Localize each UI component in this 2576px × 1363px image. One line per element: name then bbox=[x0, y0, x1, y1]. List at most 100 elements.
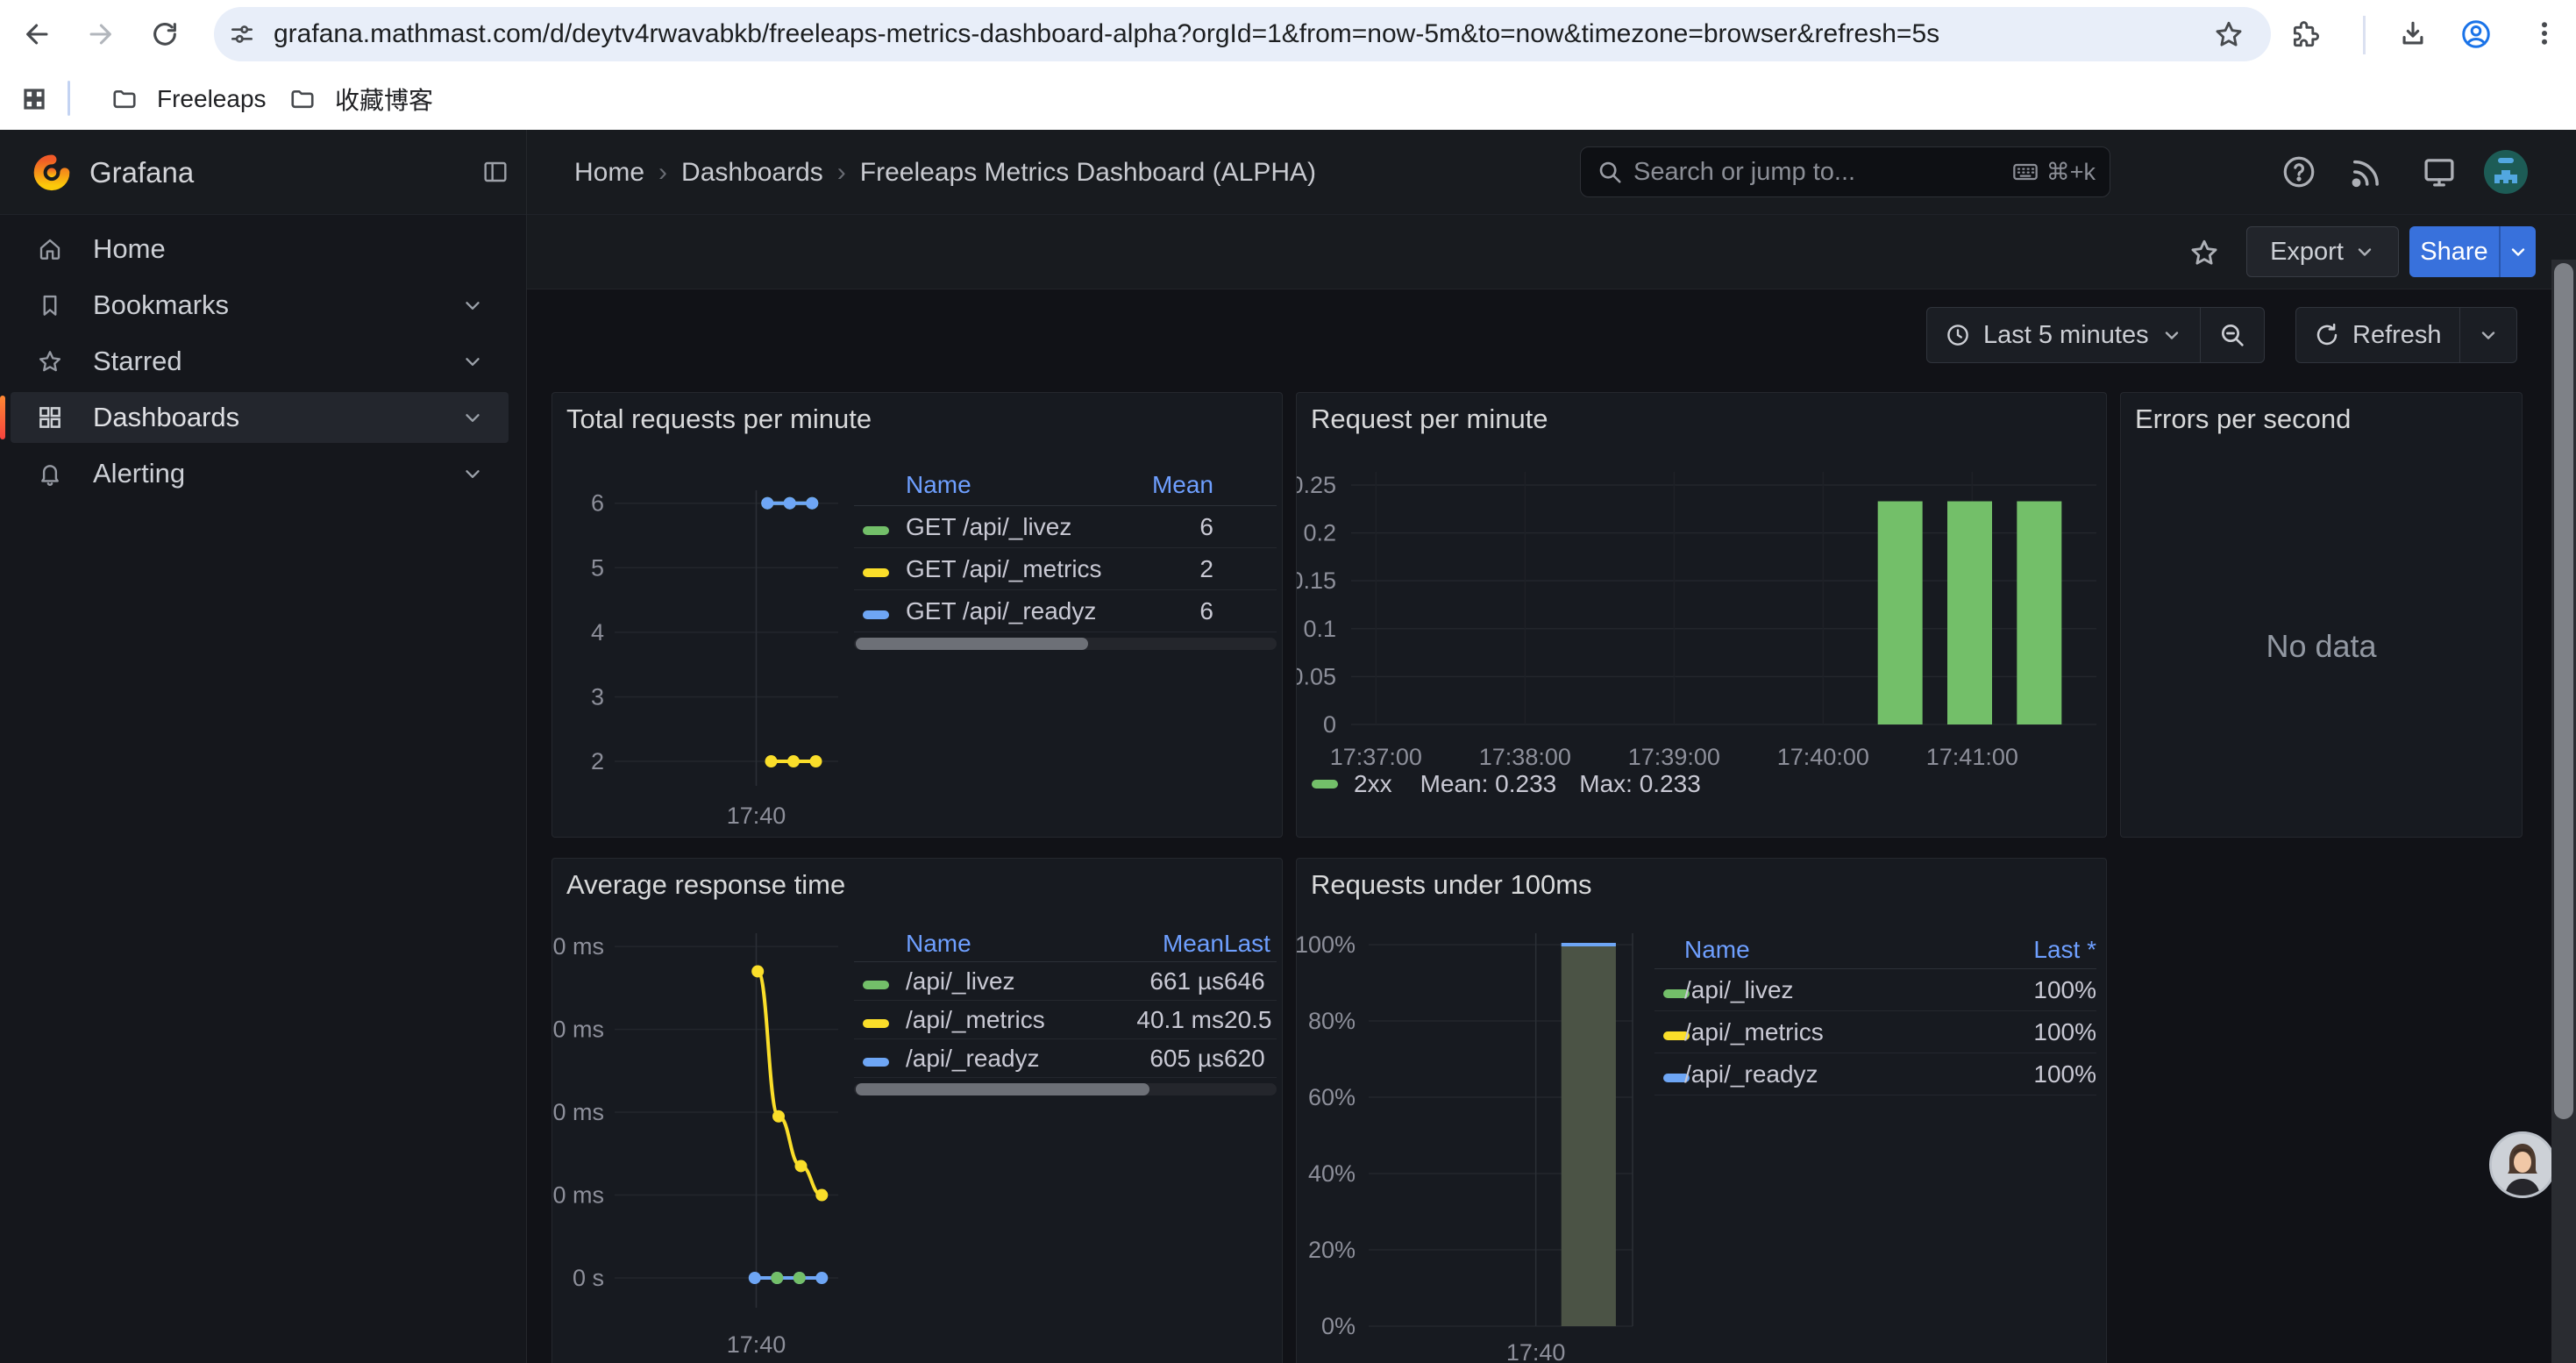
user-avatar[interactable] bbox=[2484, 150, 2528, 194]
bookmark-folder-blogs[interactable]: 收藏博客 bbox=[289, 68, 433, 130]
legend-column-header[interactable]: Name bbox=[1684, 936, 1991, 964]
grafana-logo[interactable] bbox=[30, 147, 74, 196]
svg-text:0: 0 bbox=[1323, 711, 1336, 738]
member-avatar[interactable] bbox=[2489, 1131, 2556, 1198]
breadcrumb-current[interactable]: Freeleaps Metrics Dashboard (ALPHA) bbox=[860, 158, 1316, 188]
panel-total-requests-per-minute[interactable]: 6543217:40 Total requests per minute Nam… bbox=[551, 392, 1283, 838]
breadcrumb-home[interactable]: Home bbox=[574, 158, 644, 188]
product-name: Grafana bbox=[89, 130, 194, 215]
folder-icon bbox=[111, 86, 138, 112]
news-rss-icon[interactable] bbox=[2347, 153, 2384, 190]
grafana-app: Grafana Home › Dashboards › Freeleaps Me… bbox=[0, 130, 2576, 1363]
bookmark-label: 收藏博客 bbox=[335, 82, 433, 117]
apps-grid-icon[interactable] bbox=[21, 86, 47, 112]
svg-text:4: 4 bbox=[591, 619, 604, 646]
legend-column-header[interactable]: Name bbox=[906, 930, 1110, 958]
svg-text:17:40:00: 17:40:00 bbox=[1777, 744, 1869, 770]
legend-name[interactable]: /api/_readyz bbox=[1684, 1060, 1991, 1088]
refresh-interval-button[interactable] bbox=[2459, 308, 2516, 362]
page-scrollbar[interactable] bbox=[2551, 260, 2576, 1363]
url-text[interactable]: grafana.mathmast.com/d/deytv4rwavabkb/fr… bbox=[274, 7, 2202, 61]
scrollbar-thumb[interactable] bbox=[2554, 263, 2573, 1119]
site-settings-icon[interactable] bbox=[228, 20, 256, 48]
share-label[interactable]: Share bbox=[2409, 226, 2499, 277]
panel-title[interactable]: Average response time bbox=[566, 869, 845, 901]
panel-average-response-time[interactable]: 80 ms60 ms40 ms20 ms0 s17:40 Average res… bbox=[551, 858, 1283, 1363]
zoom-out-button[interactable] bbox=[2200, 308, 2264, 362]
panel-errors-per-second[interactable]: Errors per second No data bbox=[2120, 392, 2523, 838]
svg-text:17:40: 17:40 bbox=[727, 803, 786, 829]
legend-row: GET /api/_metrics2 bbox=[854, 548, 1277, 590]
breadcrumb-dashboards[interactable]: Dashboards bbox=[681, 158, 823, 188]
legend-hscrollbar[interactable] bbox=[854, 638, 1277, 650]
panel-title[interactable]: Request per minute bbox=[1311, 403, 1548, 435]
svg-text:40 ms: 40 ms bbox=[552, 1099, 604, 1125]
address-bar[interactable]: grafana.mathmast.com/d/deytv4rwavabkb/fr… bbox=[214, 7, 2271, 61]
panel-request-per-minute[interactable]: 0.250.20.150.10.05017:37:0017:38:0017:39… bbox=[1296, 392, 2107, 838]
bookmark-folder-freeleaps[interactable]: Freeleaps bbox=[111, 68, 267, 130]
sidebar-label: Bookmarks bbox=[93, 289, 229, 321]
legend-name[interactable]: /api/_livez bbox=[1684, 976, 1991, 1004]
chevron-down-icon[interactable] bbox=[461, 350, 484, 373]
favorite-star-icon[interactable] bbox=[2188, 237, 2220, 268]
sidebar-item-starred[interactable]: Starred bbox=[11, 336, 509, 387]
toolbar-divider bbox=[2363, 16, 2366, 54]
legend-series-name[interactable]: 2xx bbox=[1354, 770, 1392, 798]
sidebar-item-bookmarks[interactable]: Bookmarks bbox=[11, 280, 509, 331]
legend-column-header[interactable]: Last * bbox=[1991, 936, 2096, 964]
legend-hscrollbar-thumb[interactable] bbox=[856, 1083, 1149, 1095]
reload-icon[interactable] bbox=[150, 19, 180, 49]
forward-icon[interactable] bbox=[85, 19, 115, 49]
legend-name[interactable]: /api/_metrics bbox=[1684, 1018, 1991, 1046]
svg-text:17:40: 17:40 bbox=[1506, 1339, 1566, 1363]
legend-name[interactable]: /api/_livez bbox=[906, 967, 1110, 995]
share-menu-button[interactable] bbox=[2499, 226, 2536, 277]
svg-text:17:38:00: 17:38:00 bbox=[1479, 744, 1571, 770]
panel-title[interactable]: Total requests per minute bbox=[566, 403, 872, 435]
display-icon[interactable] bbox=[2421, 153, 2458, 190]
back-icon[interactable] bbox=[23, 19, 53, 49]
panel-title[interactable]: Errors per second bbox=[2135, 403, 2351, 435]
legend-hscrollbar-thumb[interactable] bbox=[856, 638, 1088, 650]
extensions-icon[interactable] bbox=[2290, 19, 2320, 49]
chevron-down-icon[interactable] bbox=[461, 462, 484, 485]
search-input[interactable]: Search or jump to... ⌘+k bbox=[1580, 146, 2110, 197]
legend-column-header[interactable]: Mean bbox=[1135, 471, 1213, 499]
sidebar-item-alerting[interactable]: Alerting bbox=[11, 448, 509, 499]
folder-icon bbox=[289, 86, 316, 112]
legend-column-header[interactable]: Name bbox=[906, 471, 1135, 499]
panel-requests-under-100ms[interactable]: 100%80%60%40%20%0%17:40 Requests under 1… bbox=[1296, 858, 2107, 1363]
legend-name[interactable]: /api/_metrics bbox=[906, 1006, 1110, 1034]
help-icon[interactable] bbox=[2281, 153, 2317, 190]
legend-column-header[interactable]: Mean bbox=[1110, 930, 1224, 958]
legend-column-header[interactable]: Last * bbox=[1224, 930, 1277, 958]
breadcrumb-separator: › bbox=[658, 158, 667, 188]
legend-name[interactable]: GET /api/_livez bbox=[906, 513, 1135, 541]
sidebar-toggle-icon[interactable] bbox=[481, 158, 509, 186]
legend-name[interactable]: GET /api/_readyz bbox=[906, 597, 1135, 625]
svg-text:17:41:00: 17:41:00 bbox=[1926, 744, 2018, 770]
legend-name[interactable]: /api/_readyz bbox=[906, 1045, 1110, 1073]
legend-hscrollbar[interactable] bbox=[854, 1083, 1277, 1095]
panel-title[interactable]: Requests under 100ms bbox=[1311, 869, 1592, 901]
time-range-picker[interactable]: Last 5 minutes bbox=[1927, 308, 2200, 362]
browser-menu-icon[interactable] bbox=[2529, 18, 2560, 49]
svg-text:5: 5 bbox=[591, 554, 604, 581]
legend-header: NameLast * bbox=[1654, 931, 2096, 969]
chevron-down-icon[interactable] bbox=[461, 406, 484, 429]
legend-name[interactable]: GET /api/_metrics bbox=[906, 555, 1135, 583]
legend-mean: 40.1 ms bbox=[1110, 1006, 1224, 1034]
svg-text:0.05: 0.05 bbox=[1297, 663, 1336, 689]
sidebar-item-home[interactable]: Home bbox=[11, 224, 509, 275]
chevron-down-icon[interactable] bbox=[461, 294, 484, 317]
export-button[interactable]: Export bbox=[2246, 226, 2399, 277]
share-button[interactable]: Share bbox=[2409, 226, 2536, 277]
profile-icon[interactable] bbox=[2460, 18, 2492, 50]
downloads-icon[interactable] bbox=[2398, 19, 2428, 49]
dashboard-subheader: Export Share bbox=[527, 215, 2576, 289]
legend-row-2xx[interactable]: 2xx Mean: 0.233 Max: 0.233 bbox=[1312, 770, 1701, 798]
legend-max: Max: 0.233 bbox=[1579, 770, 1701, 798]
sidebar-item-dashboards[interactable]: Dashboards bbox=[11, 392, 509, 443]
bookmark-star-icon[interactable] bbox=[2213, 18, 2245, 50]
refresh-button[interactable]: Refresh bbox=[2296, 308, 2459, 362]
